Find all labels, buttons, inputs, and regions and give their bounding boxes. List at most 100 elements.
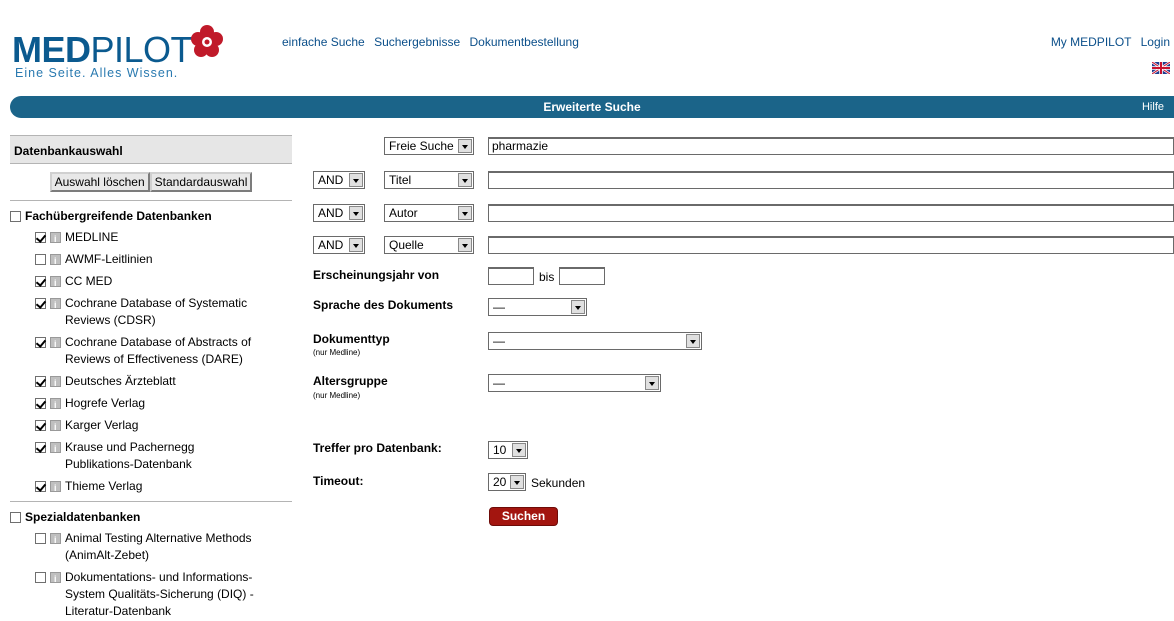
sidebar-divider [10,501,292,502]
chevron-down-icon [349,206,363,220]
info-icon[interactable] [50,253,61,270]
info-icon[interactable] [50,571,61,588]
hits-select[interactable]: 10 [488,441,528,459]
sidebar-divider [10,200,292,201]
group-checkbox[interactable] [10,210,21,222]
operator-select-2[interactable]: AND [313,171,365,189]
chevron-down-icon [458,139,472,153]
timeout-select[interactable]: 20 [488,473,526,491]
chevron-down-icon [686,334,700,348]
group-label: Spezialdatenbanken [25,510,141,524]
db-checkbox[interactable] [35,481,46,492]
field-select-3[interactable]: Autor [384,204,474,222]
select-value: 10 [493,443,507,457]
clear-selection-button[interactable]: Auswahl löschen [49,172,150,192]
db-checkbox[interactable] [35,442,46,453]
db-item-krause: Krause und Pachernegg Publikations-Daten… [10,439,292,473]
chevron-down-icon [512,443,526,457]
info-icon[interactable] [50,419,61,436]
db-item-aerzteblatt: Deutsches Ärzteblatt [10,373,292,392]
chevron-down-icon [458,238,472,252]
db-label: Krause und Pachernegg Publikations-Daten… [65,440,195,471]
sidebar-heading: Datenbankauswahl [10,135,292,164]
year-from-input[interactable] [488,267,534,285]
info-icon[interactable] [50,480,61,497]
chevron-down-icon [458,206,472,220]
db-checkbox[interactable] [35,420,46,431]
select-value: Titel [389,173,412,187]
search-submit-button[interactable]: Suchen [489,507,558,526]
search-input-3[interactable] [488,204,1174,222]
year-bis-label: bis [539,270,555,284]
select-value: Autor [389,206,418,220]
info-icon[interactable] [50,441,61,458]
db-checkbox[interactable] [35,337,46,348]
doctype-note: (nur Medline) [313,348,361,357]
chevron-down-icon [458,173,472,187]
db-checkbox[interactable] [35,276,46,287]
search-input-4[interactable] [488,236,1174,254]
info-icon[interactable] [50,336,61,353]
group-checkbox[interactable] [10,511,21,523]
info-icon[interactable] [50,532,61,549]
db-item-animalt: Animal Testing Alternative Methods (Anim… [10,530,292,564]
db-item-karger: Karger Verlag [10,417,292,436]
year-label: Erscheinungsjahr von [313,268,440,282]
group-fachuebergreifend: Fachübergreifende Datenbanken MEDLINE AW… [10,208,292,497]
chevron-down-icon [510,475,524,489]
info-icon[interactable] [50,231,61,248]
chevron-down-icon [645,376,659,390]
db-label: Thieme Verlag [65,479,143,493]
medpilot-logo[interactable]: MEDPILOT Eine Seite. Alles Wissen. [12,18,232,84]
select-value: Freie Suche [389,139,454,153]
operator-select-3[interactable]: AND [313,204,365,222]
info-icon[interactable] [50,297,61,314]
db-label: CC MED [65,274,113,288]
db-checkbox[interactable] [35,232,46,243]
age-note: (nur Medline) [313,391,361,400]
operator-select-4[interactable]: AND [313,236,365,254]
flower-logo-icon [191,25,223,57]
info-icon[interactable] [50,397,61,414]
timeout-label: Timeout: [313,474,364,488]
age-label: Altersgruppe [313,374,388,388]
db-checkbox[interactable] [35,376,46,387]
db-label: Karger Verlag [65,418,139,432]
search-input-2[interactable] [488,171,1174,189]
db-item-thieme: Thieme Verlag [10,478,292,497]
language-select[interactable]: — [488,298,587,316]
db-label: Cochrane Database of Abstracts of Review… [65,335,252,366]
db-label: Hogrefe Verlag [65,396,146,410]
group-label: Fachübergreifende Datenbanken [25,209,212,223]
db-checkbox[interactable] [35,533,46,544]
group-header[interactable]: Fachübergreifende Datenbanken [10,208,292,224]
db-checkbox[interactable] [35,298,46,309]
select-value: 20 [493,475,507,489]
db-checkbox[interactable] [35,254,46,265]
doctype-label: Dokumenttyp [313,332,390,346]
field-select-4[interactable]: Quelle [384,236,474,254]
db-label: Dokumentations- und Informations-System … [65,570,254,618]
language-label: Sprache des Dokuments [313,298,454,312]
db-item-cdsr: Cochrane Database of Systematic Reviews … [10,295,292,329]
select-value: AND [318,173,344,187]
year-to-input[interactable] [559,267,605,285]
db-label: AWMF-Leitlinien [65,252,153,266]
chevron-down-icon [571,300,585,314]
db-item-dare: Cochrane Database of Abstracts of Review… [10,334,292,368]
default-selection-button[interactable]: Standardauswahl [149,172,253,192]
group-header[interactable]: Spezialdatenbanken [10,509,292,525]
db-label: Animal Testing Alternative Methods (Anim… [65,531,252,562]
doctype-select[interactable]: — [488,332,702,350]
age-select[interactable]: — [488,374,661,392]
timeout-unit: Sekunden [531,476,586,490]
db-checkbox[interactable] [35,398,46,409]
info-icon[interactable] [50,375,61,392]
field-select-2[interactable]: Titel [384,171,474,189]
select-value: AND [318,206,344,220]
search-input-1[interactable]: pharmazie [488,137,1174,155]
db-checkbox[interactable] [35,572,46,583]
field-select-1[interactable]: Freie Suche [384,137,474,155]
info-icon[interactable] [50,275,61,292]
hits-label: Treffer pro Datenbank: [313,441,442,455]
